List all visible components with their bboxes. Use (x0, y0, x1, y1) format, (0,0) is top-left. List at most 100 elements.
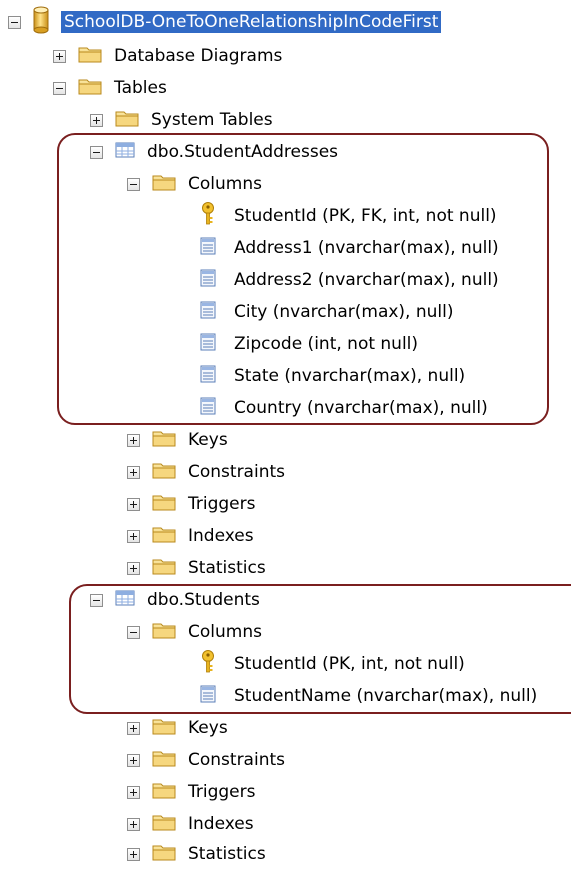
column-icon (200, 333, 216, 356)
tree-node-keys[interactable]: Keys (127, 424, 231, 456)
tree-node-tables[interactable]: Tables (53, 72, 170, 104)
node-label[interactable]: Constraints (185, 749, 288, 771)
folder-icon (152, 781, 176, 804)
collapse-toggle[interactable] (8, 15, 21, 29)
expand-toggle[interactable] (127, 753, 140, 767)
tree-node-column-key[interactable]: StudentId (PK, int, not null) (200, 648, 468, 680)
node-label[interactable]: StudentName (nvarchar(max), null) (231, 685, 540, 707)
folder-icon (115, 109, 139, 132)
expand-toggle[interactable] (127, 529, 140, 543)
column-icon (200, 685, 216, 708)
folder-icon (152, 813, 176, 836)
node-label[interactable]: Keys (185, 717, 231, 739)
folder-icon (152, 461, 176, 484)
collapse-toggle[interactable] (90, 593, 103, 607)
node-label[interactable]: Statistics (185, 843, 269, 865)
tree-node-database-diagrams[interactable]: Database Diagrams (53, 40, 285, 72)
folder-icon (152, 717, 176, 740)
table-icon (115, 142, 135, 163)
folder-icon (78, 45, 102, 68)
tree-node-column[interactable]: City (nvarchar(max), null) (200, 296, 457, 328)
node-label[interactable]: Indexes (185, 813, 257, 835)
tree-node-statistics[interactable]: Statistics (127, 838, 269, 870)
collapse-toggle[interactable] (90, 145, 103, 159)
column-icon (200, 301, 216, 324)
node-label[interactable]: StudentId (PK, int, not null) (231, 653, 468, 675)
folder-icon (152, 843, 176, 866)
tree-node-statistics[interactable]: Statistics (127, 552, 269, 584)
folder-icon (152, 749, 176, 772)
node-label[interactable]: Address2 (nvarchar(max), null) (231, 269, 502, 291)
node-label[interactable]: State (nvarchar(max), null) (231, 365, 468, 387)
collapse-toggle[interactable] (53, 81, 66, 95)
column-icon (200, 269, 216, 292)
tree-node-indexes[interactable]: Indexes (127, 520, 257, 552)
folder-icon (152, 525, 176, 548)
node-label[interactable]: StudentId (PK, FK, int, not null) (231, 205, 500, 227)
object-explorer-tree: SchoolDB-OneToOneRelationshipInCodeFirst… (0, 0, 571, 866)
tree-node-columns[interactable]: Columns (127, 168, 265, 200)
tree-node-system-tables[interactable]: System Tables (90, 104, 276, 136)
expand-toggle[interactable] (127, 847, 140, 861)
tree-node-column[interactable]: Address1 (nvarchar(max), null) (200, 232, 502, 264)
folder-icon (152, 173, 176, 196)
tree-node-keys[interactable]: Keys (127, 712, 231, 744)
expand-toggle[interactable] (127, 465, 140, 479)
collapse-toggle[interactable] (127, 625, 140, 639)
folder-icon (152, 557, 176, 580)
tree-node-column[interactable]: Country (nvarchar(max), null) (200, 392, 491, 424)
tree-node-table-students[interactable]: dbo.Students (90, 584, 263, 616)
tree-node-column[interactable]: Address2 (nvarchar(max), null) (200, 264, 502, 296)
node-label[interactable]: dbo.Students (144, 589, 263, 611)
node-label[interactable]: Keys (185, 429, 231, 451)
expand-toggle[interactable] (127, 561, 140, 575)
expand-toggle[interactable] (127, 785, 140, 799)
node-label[interactable]: Database Diagrams (111, 45, 285, 67)
node-label[interactable]: City (nvarchar(max), null) (231, 301, 457, 323)
folder-icon (152, 493, 176, 516)
column-icon (200, 237, 216, 260)
tree-node-column-key[interactable]: StudentId (PK, FK, int, not null) (200, 200, 500, 232)
node-label[interactable]: Columns (185, 621, 265, 643)
expand-toggle[interactable] (127, 497, 140, 511)
tree-node-column[interactable]: StudentName (nvarchar(max), null) (200, 680, 540, 712)
tree-node-column[interactable]: Zipcode (int, not null) (200, 328, 421, 360)
database-icon (33, 6, 49, 39)
tree-node-database[interactable]: SchoolDB-OneToOneRelationshipInCodeFirst (8, 6, 442, 39)
node-label[interactable]: Indexes (185, 525, 257, 547)
node-label[interactable]: Columns (185, 173, 265, 195)
expand-toggle[interactable] (53, 49, 66, 63)
folder-icon (152, 621, 176, 644)
expand-toggle[interactable] (127, 721, 140, 735)
node-label[interactable]: Address1 (nvarchar(max), null) (231, 237, 502, 259)
node-label[interactable]: System Tables (148, 109, 276, 131)
node-label[interactable]: dbo.StudentAddresses (144, 141, 341, 163)
tree-node-triggers[interactable]: Triggers (127, 488, 259, 520)
column-icon (200, 365, 216, 388)
tree-node-triggers[interactable]: Triggers (127, 776, 259, 808)
expand-toggle[interactable] (127, 433, 140, 447)
folder-icon (78, 77, 102, 100)
folder-icon (152, 429, 176, 452)
tree-node-constraints[interactable]: Constraints (127, 744, 288, 776)
database-label[interactable]: SchoolDB-OneToOneRelationshipInCodeFirst (61, 11, 442, 33)
expand-toggle[interactable] (127, 817, 140, 831)
node-label[interactable]: Triggers (185, 493, 259, 515)
tree-node-table-studentaddresses[interactable]: dbo.StudentAddresses (90, 136, 341, 168)
table-icon (115, 590, 135, 611)
tree-node-column[interactable]: State (nvarchar(max), null) (200, 360, 468, 392)
node-label[interactable]: Tables (111, 77, 170, 99)
collapse-toggle[interactable] (127, 177, 140, 191)
node-label[interactable]: Country (nvarchar(max), null) (231, 397, 491, 419)
node-label[interactable]: Statistics (185, 557, 269, 579)
key-icon (200, 201, 216, 231)
tree-node-constraints[interactable]: Constraints (127, 456, 288, 488)
key-icon (200, 649, 216, 679)
node-label[interactable]: Constraints (185, 461, 288, 483)
tree-node-indexes[interactable]: Indexes (127, 808, 257, 840)
expand-toggle[interactable] (90, 113, 103, 127)
node-label[interactable]: Zipcode (int, not null) (231, 333, 421, 355)
column-icon (200, 397, 216, 420)
node-label[interactable]: Triggers (185, 781, 259, 803)
tree-node-columns[interactable]: Columns (127, 616, 265, 648)
